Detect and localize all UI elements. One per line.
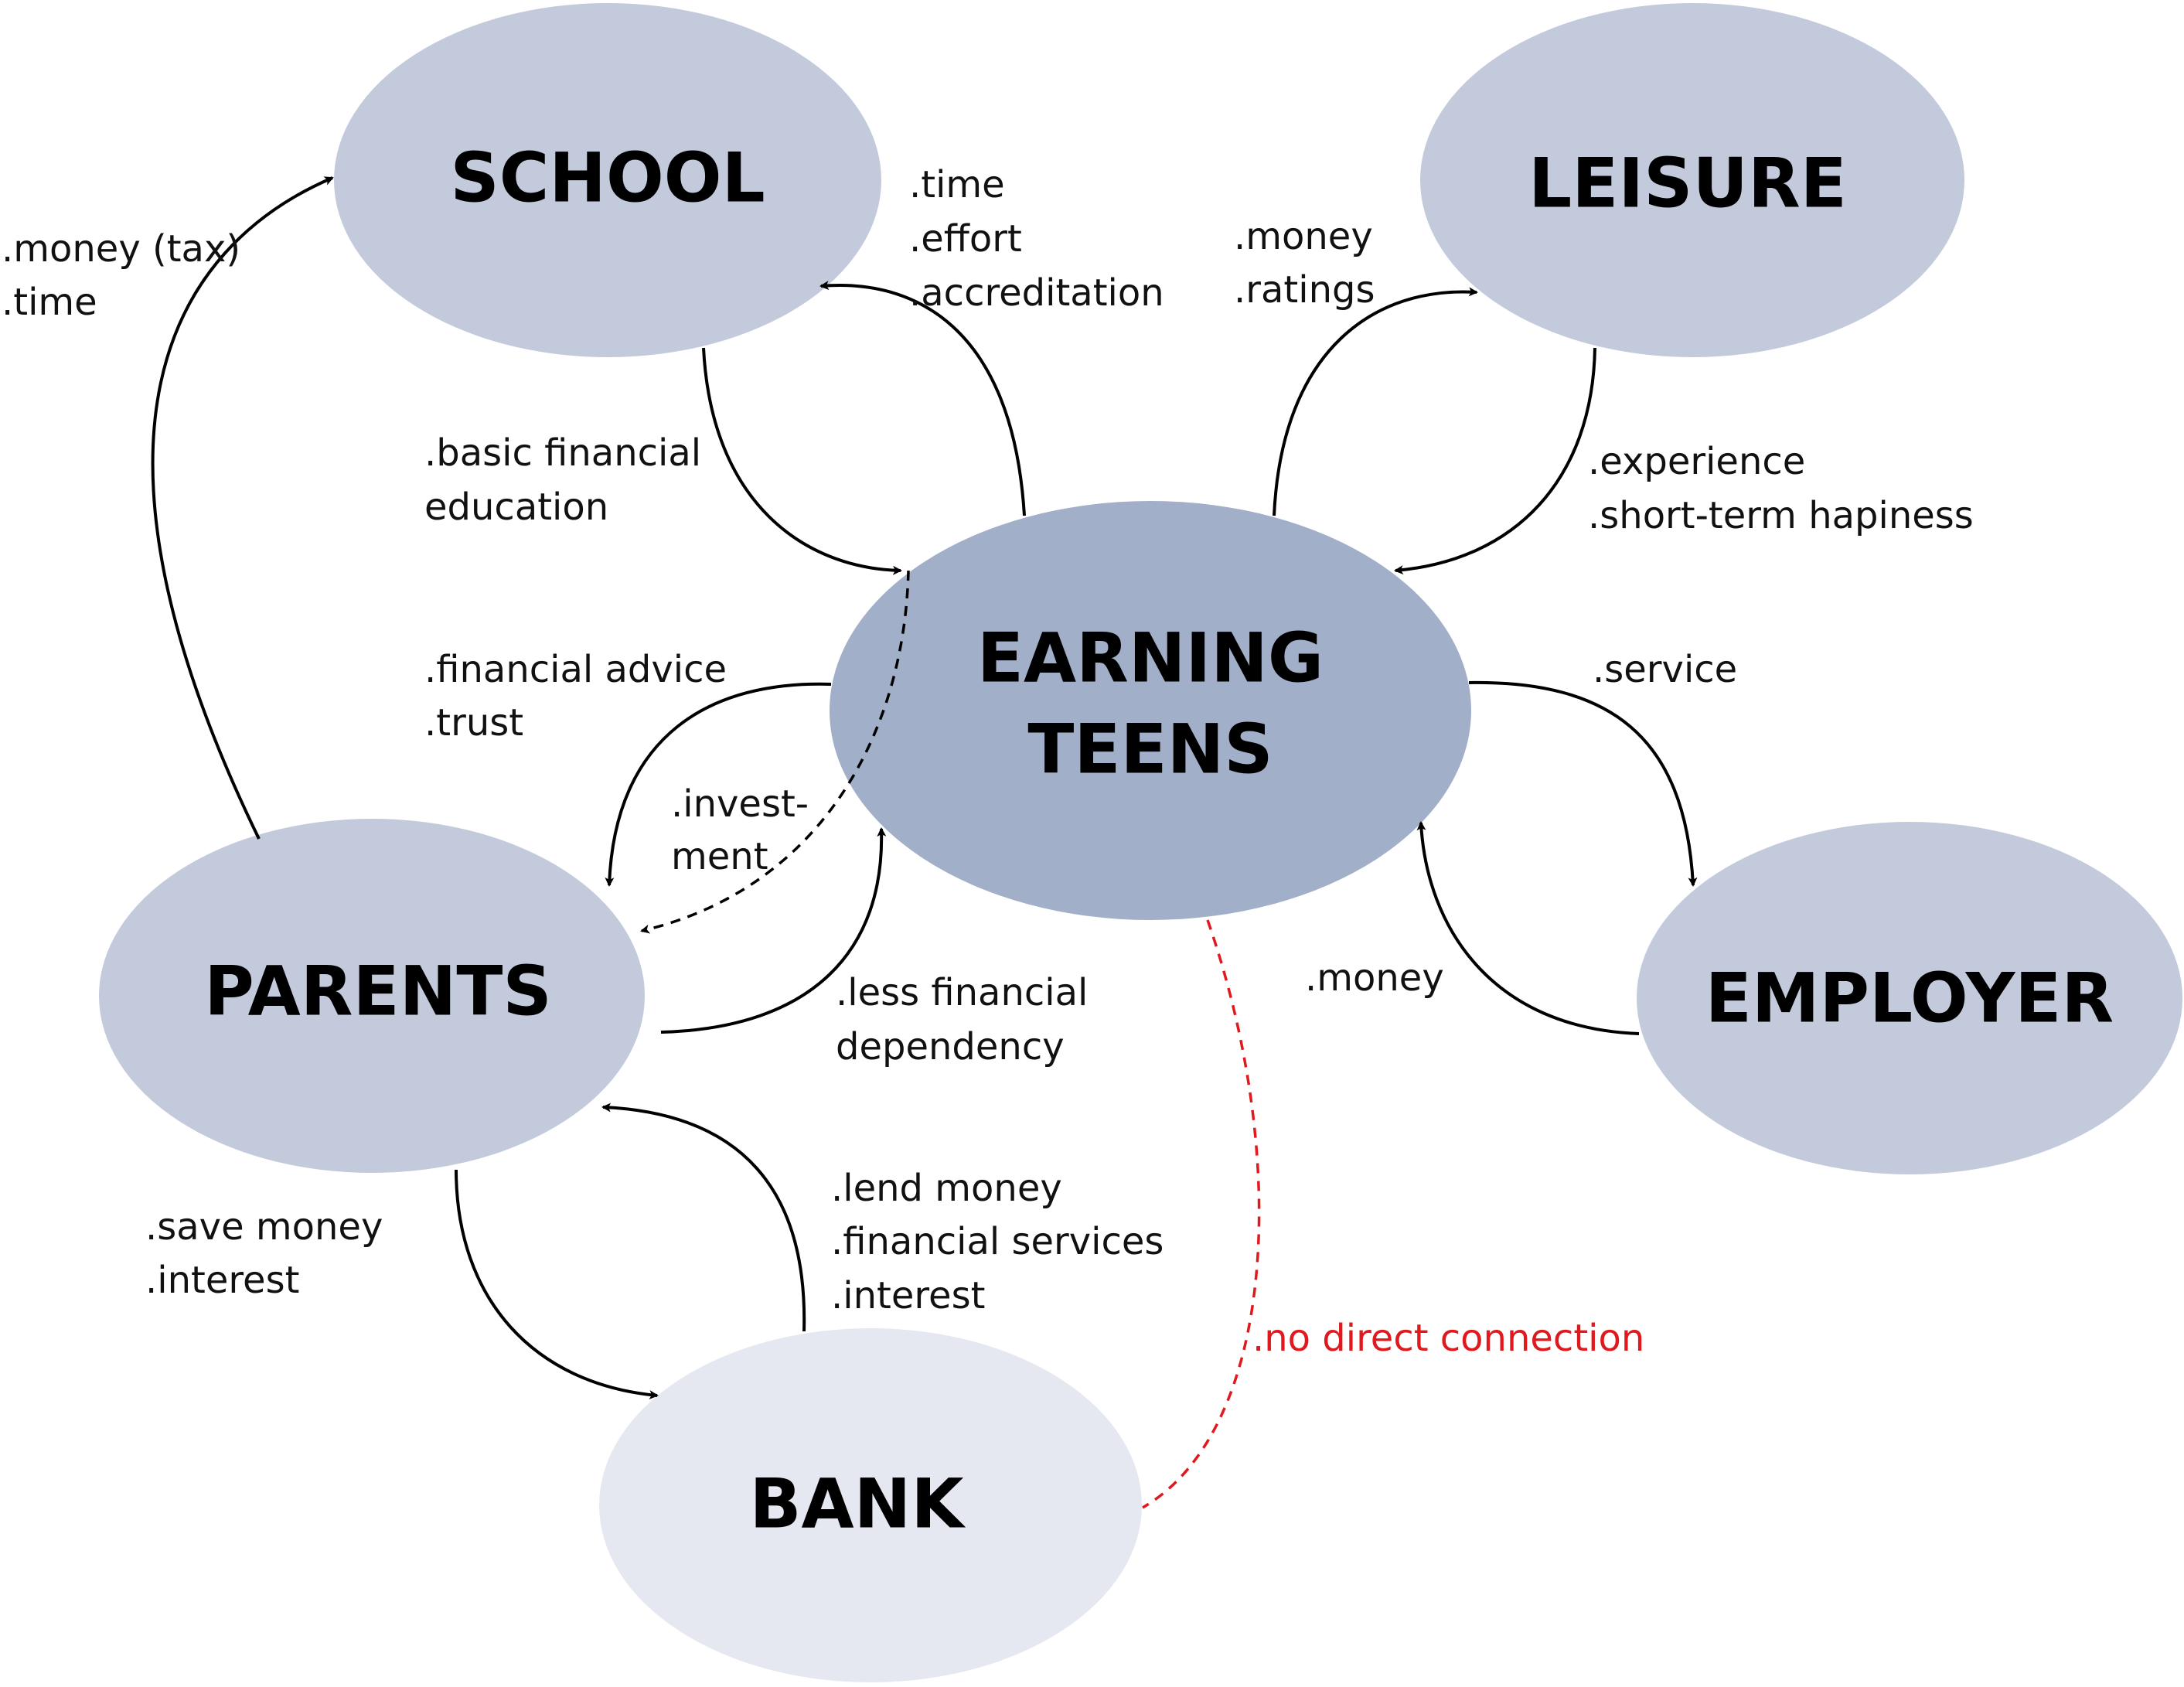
school-label: SCHOOL — [450, 138, 765, 218]
label-line: .financial advice — [424, 648, 727, 691]
node-earning-teens: EARNING TEENS — [830, 501, 1471, 920]
arrow-leisure-to-teens — [1394, 347, 1596, 575]
label-line: .lend money — [831, 1167, 1062, 1210]
label-line: .money — [1234, 215, 1373, 258]
label-school-to-teens: .basic financial education — [424, 431, 713, 529]
label-investment: .invest- ment — [671, 782, 820, 878]
leisure-label: LEISURE — [1528, 144, 1847, 223]
label-line: .less financial — [836, 971, 1088, 1014]
label-line: .basic financial — [424, 431, 701, 475]
label-line: .no direct connection — [1252, 1317, 1644, 1360]
label-parents-advice: .financial advice .trust — [424, 648, 738, 745]
earning-teens-label-line2: TEENS — [1027, 710, 1273, 789]
arrow-bank-to-parents — [601, 1103, 806, 1332]
label-parents-to-school: .money (tax) .time — [2, 227, 252, 324]
node-bank: BANK — [599, 1328, 1142, 1682]
bank-label: BANK — [749, 1464, 966, 1544]
ecosystem-diagram: SCHOOL LEISURE EARNING TEENS PARENTS EMP… — [2, 3, 2182, 1682]
label-line: .money — [1305, 956, 1444, 1000]
label-bank-to-parents: .lend money .financial services .interes… — [831, 1167, 1176, 1317]
parents-label: PARENTS — [204, 952, 551, 1031]
label-no-direct-connection: .no direct connection — [1252, 1317, 1644, 1360]
label-line: .effort — [909, 217, 1022, 261]
label-line: .time — [909, 163, 1005, 206]
node-school: SCHOOL — [334, 3, 881, 357]
arrow-teens-to-employer — [1468, 680, 1698, 887]
label-line: ment — [671, 835, 768, 878]
label-line: .ratings — [1234, 268, 1375, 312]
label-teens-to-employer: .service — [1593, 648, 1737, 691]
arrow-teens-to-leisure — [1273, 287, 1478, 516]
node-leisure: LEISURE — [1420, 3, 1964, 357]
label-line: .time — [2, 281, 97, 324]
label-line: .interest — [831, 1274, 985, 1317]
label-parents-to-bank: .save money .interest — [145, 1205, 395, 1302]
label-line: .service — [1593, 648, 1737, 691]
label-teens-to-leisure: .money .ratings — [1234, 215, 1385, 312]
label-line: .short-term hapiness — [1588, 494, 1974, 537]
node-parents: PARENTS — [99, 819, 645, 1173]
label-line: .save money — [145, 1205, 383, 1249]
arrow-school-to-teens — [702, 347, 902, 575]
label-leisure-to-teens: .experience .short-term hapiness — [1588, 440, 1974, 537]
arrow-parents-to-school — [151, 176, 334, 840]
label-line: education — [424, 486, 608, 529]
label-line: .accreditation — [909, 271, 1164, 315]
node-employer: EMPLOYER — [1637, 822, 2182, 1174]
label-line: .trust — [424, 701, 523, 745]
arrow-parents-to-bank — [455, 1169, 659, 1400]
earning-teens-label-line1: EARNING — [977, 619, 1324, 698]
label-teens-to-parents: .less financial dependency — [836, 971, 1100, 1068]
label-line: .financial services — [831, 1220, 1164, 1263]
arrow-teens-to-school — [819, 281, 1026, 516]
label-employer-to-teens: .money — [1305, 956, 1444, 1000]
arrow-employer-to-teens — [1416, 821, 1640, 1035]
label-line: .money (tax) — [2, 227, 240, 271]
label-line: .interest — [145, 1259, 299, 1302]
no-direct-connection-line — [1142, 919, 1261, 1509]
label-line: .experience — [1588, 440, 1805, 483]
label-line: .invest- — [671, 782, 809, 826]
label-line: dependency — [836, 1025, 1065, 1068]
employer-label: EMPLOYER — [1705, 959, 2114, 1038]
label-teens-to-school: .time .effort .accreditation — [909, 163, 1164, 315]
